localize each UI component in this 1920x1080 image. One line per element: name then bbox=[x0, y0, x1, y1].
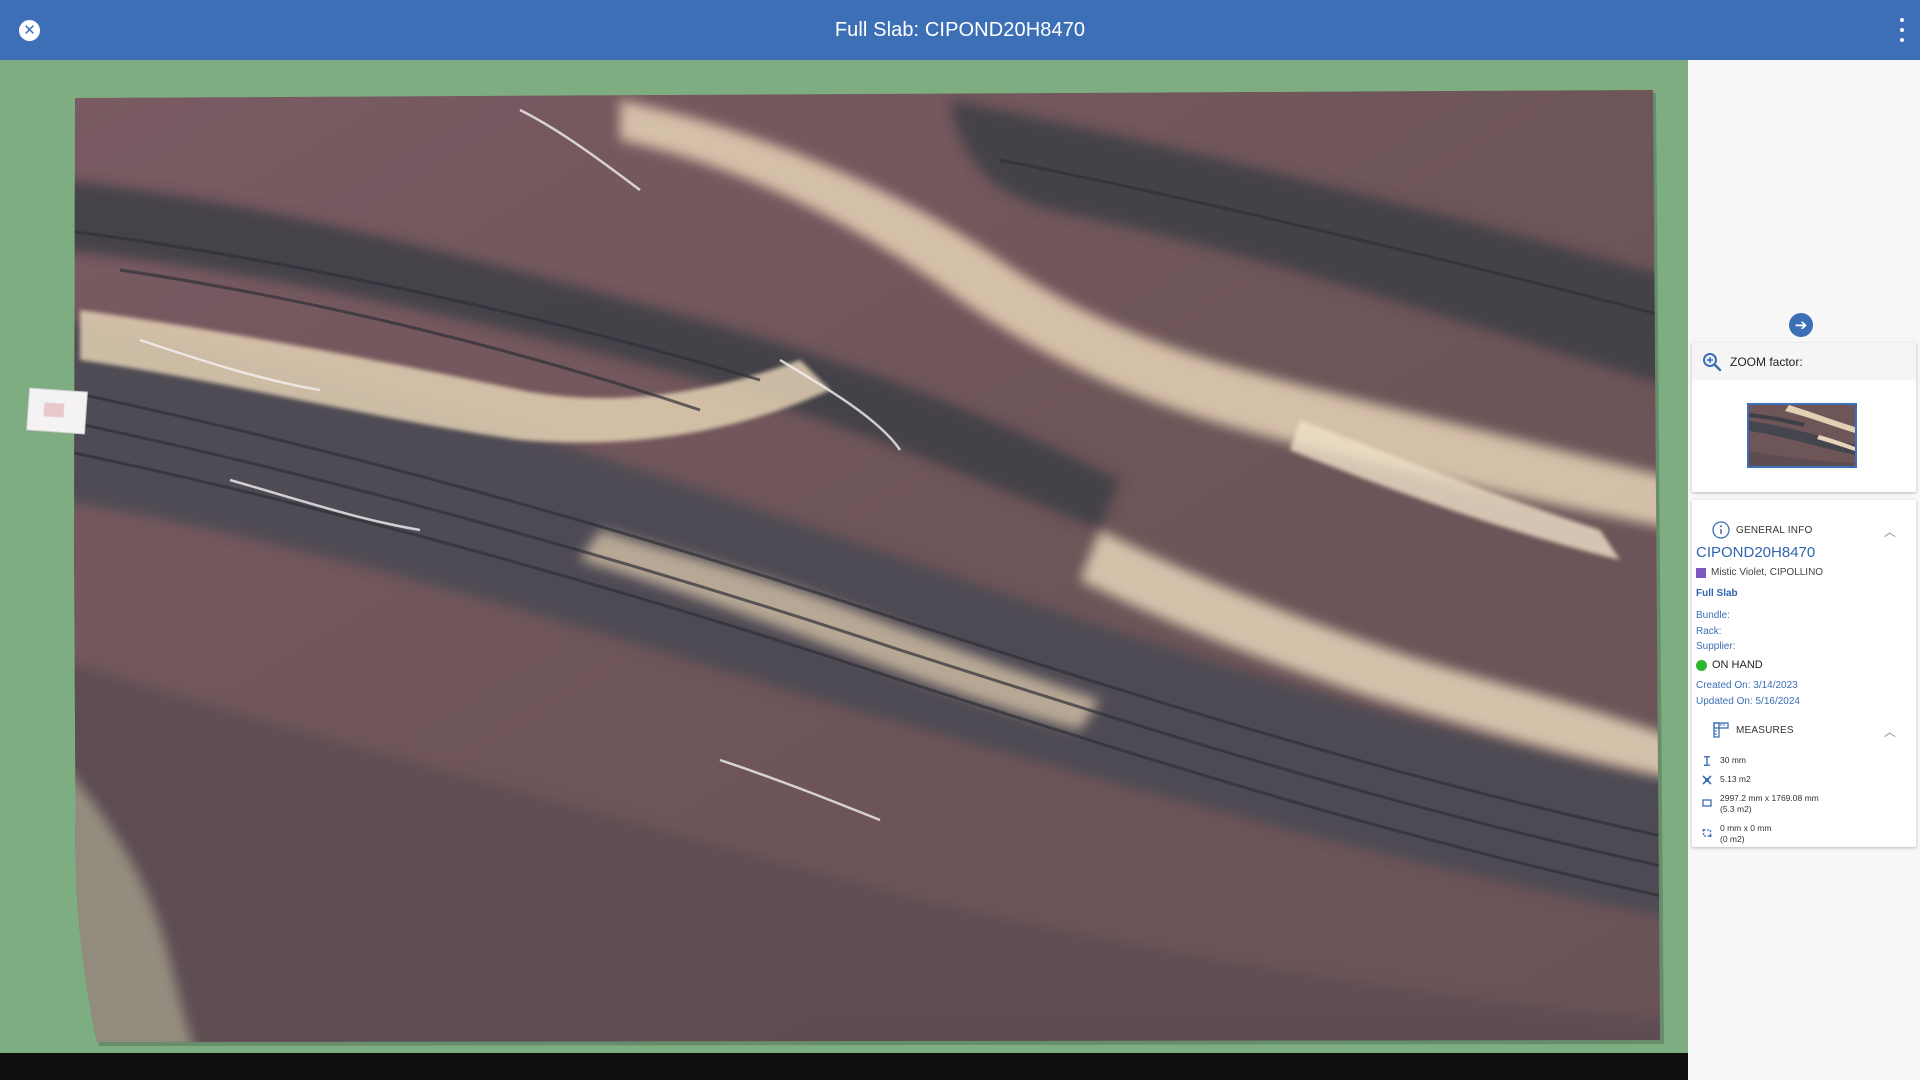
bundle-label: Bundle: bbox=[1696, 610, 1730, 621]
slab-id[interactable]: CIPOND20H8470 bbox=[1696, 544, 1815, 561]
status-label: ON HAND bbox=[1712, 659, 1763, 671]
material-label: Mistic Violet, CIPOLLINO bbox=[1711, 567, 1824, 578]
close-icon[interactable]: ✕ bbox=[19, 20, 40, 41]
defect-icon bbox=[1702, 829, 1712, 837]
general-info-header[interactable]: GENERAL INFO ︿ bbox=[1692, 515, 1916, 545]
slab-type: Full Slab bbox=[1696, 588, 1738, 599]
area-value: 5.13 m2 bbox=[1720, 774, 1751, 784]
info-icon bbox=[1712, 521, 1730, 539]
chevron-up-icon[interactable]: ︿ bbox=[1884, 723, 1896, 740]
zoom-header: ZOOM factor: bbox=[1692, 343, 1916, 380]
zoom-label: ZOOM factor: bbox=[1730, 354, 1803, 369]
slab-thumbnail[interactable] bbox=[1747, 403, 1857, 468]
status-badge: ON HAND bbox=[1696, 659, 1763, 671]
top-bar: ✕ Full Slab: CIPOND20H8470 bbox=[0, 0, 1920, 60]
rack-label: Rack: bbox=[1696, 626, 1722, 637]
status-dot-icon bbox=[1696, 659, 1707, 671]
defect-area: (0 m2) bbox=[1720, 834, 1745, 844]
dimensions-value: 2997.2 mm x 1769.08 mm bbox=[1720, 793, 1819, 803]
supplier-label: Supplier: bbox=[1696, 641, 1736, 652]
slab-image bbox=[26, 90, 1664, 1046]
material-row: Mistic Violet, CIPOLLINO bbox=[1696, 567, 1823, 578]
page-title: Full Slab: CIPOND20H8470 bbox=[834, 18, 1086, 41]
measures-header[interactable]: MEASURES ︿ bbox=[1692, 715, 1916, 745]
zoom-in-icon bbox=[1703, 352, 1722, 371]
material-swatch bbox=[1696, 567, 1706, 578]
dimensions-area: (5.3 m2) bbox=[1720, 804, 1752, 814]
created-date: Created On: 3/14/2023 bbox=[1696, 680, 1798, 691]
thickness-value: 30 mm bbox=[1720, 755, 1746, 765]
defect-row: 0 mm x 0 mm (0 m2) bbox=[1702, 823, 1771, 845]
general-info-card: GENERAL INFO ︿ CIPOND20H8470 Mistic Viol… bbox=[1692, 500, 1916, 847]
ruler-icon bbox=[1713, 722, 1729, 738]
zoom-card: ZOOM factor: bbox=[1692, 343, 1916, 492]
thickness-row: 30 mm bbox=[1702, 755, 1746, 766]
dimensions-icon bbox=[1702, 799, 1712, 807]
updated-date: Updated On: 5/16/2024 bbox=[1696, 696, 1800, 707]
kebab-menu-icon[interactable] bbox=[1896, 18, 1908, 42]
arrow-right-icon[interactable]: ➔ bbox=[1789, 313, 1813, 337]
general-info-title: GENERAL INFO bbox=[1736, 524, 1813, 536]
thickness-icon bbox=[1704, 756, 1710, 766]
dimensions-row: 2997.2 mm x 1769.08 mm (5.3 m2) bbox=[1702, 793, 1819, 815]
slab-thumbnail-image bbox=[1749, 405, 1855, 466]
chevron-up-icon[interactable]: ︿ bbox=[1884, 523, 1896, 540]
area-icon bbox=[1702, 775, 1712, 785]
area-row: 5.13 m2 bbox=[1702, 774, 1751, 785]
viewer-bottom-bar bbox=[0, 1053, 1688, 1080]
measures-title: MEASURES bbox=[1736, 724, 1794, 736]
defect-value: 0 mm x 0 mm bbox=[1720, 823, 1772, 833]
slab-viewer[interactable] bbox=[0, 60, 1688, 1080]
